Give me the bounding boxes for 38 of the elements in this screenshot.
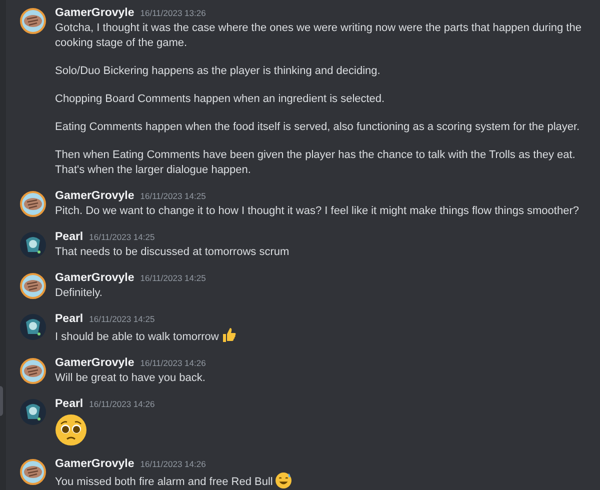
username[interactable]: GamerGrovyle	[55, 189, 134, 204]
message-text: You missed both fire alarm and free Red Bull	[55, 472, 292, 490]
username[interactable]: Pearl	[55, 312, 84, 327]
username[interactable]: Pearl	[55, 397, 84, 412]
username[interactable]: GamerGrovyle	[55, 356, 134, 371]
username[interactable]: GamerGrovyle	[55, 271, 134, 286]
avatar[interactable]	[20, 314, 46, 340]
avatar[interactable]	[20, 8, 46, 34]
pleading-face-icon	[55, 414, 87, 446]
timestamp: 16/11/2023 13:26	[140, 7, 206, 20]
message-text: I should be able to walk tomorrow	[55, 327, 237, 345]
timestamp: 16/11/2023 14:25	[89, 313, 155, 326]
thumbs-up-icon	[220, 327, 237, 343]
message-text: Definitely.	[55, 286, 104, 301]
timestamp: 16/11/2023 14:26	[140, 357, 206, 370]
timestamp: 16/11/2023 14:25	[89, 231, 155, 244]
avatar[interactable]	[20, 232, 46, 258]
timestamp: 16/11/2023 14:25	[140, 272, 206, 285]
message-text: Then when Eating Comments have been given the player has the chance to talk with the Trolls as they eat. That's when the larger dialogue happen.	[55, 148, 576, 178]
avatar[interactable]	[20, 358, 46, 384]
message-text: Gotcha, I thought it was the case where the ones we were writing now were the parts that happen during the cooking stage of the game.	[55, 21, 582, 51]
message-text: Chopping Board Comments happen when an ingredient is selected.	[55, 92, 386, 107]
avatar[interactable]	[20, 399, 46, 425]
message-text: Solo/Duo Bickering happens as the player is thinking and deciding.	[55, 64, 382, 79]
sweat-smile-icon	[274, 472, 292, 489]
username[interactable]: GamerGrovyle	[55, 6, 134, 21]
timestamp: 16/11/2023 14:26	[89, 398, 155, 411]
timestamp: 16/11/2023 14:25	[140, 190, 206, 203]
avatar[interactable]	[20, 459, 46, 485]
username[interactable]: Pearl	[55, 230, 84, 245]
avatar[interactable]	[20, 273, 46, 299]
avatar[interactable]	[20, 191, 46, 217]
message-text: Will be great to have you back.	[55, 371, 206, 386]
username[interactable]: GamerGrovyle	[55, 457, 134, 472]
message-text: Eating Comments happen when the food itself is served, also functioning as a scoring system for the player.	[55, 120, 581, 135]
message-text: That needs to be discussed at tomorrows scrum	[55, 245, 290, 260]
timestamp: 16/11/2023 14:26	[140, 458, 206, 471]
message-text: Pitch. Do we want to change it to how I thought it was? I feel like it might make things flow things smoother?	[55, 204, 579, 219]
